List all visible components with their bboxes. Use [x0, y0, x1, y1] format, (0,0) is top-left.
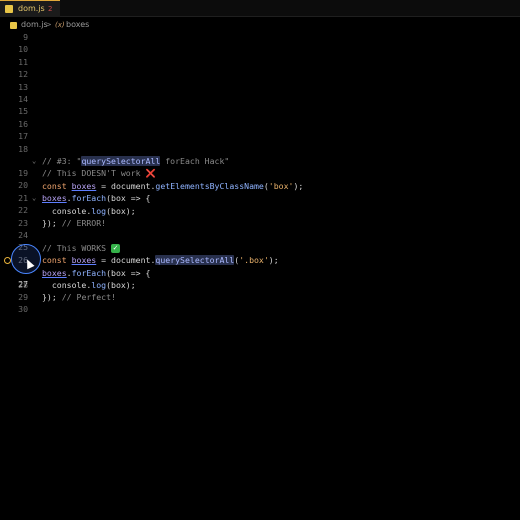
code-variable: boxes: [42, 267, 67, 278]
tab-divider: [60, 16, 520, 17]
line-number: 12: [18, 69, 28, 80]
code-line-current[interactable]: 27 const boxes = document.querySelectorA…: [0, 254, 520, 289]
line-number: 18: [18, 143, 28, 154]
breadcrumb: dom.js > (x) boxes: [0, 18, 520, 32]
code-line[interactable]: 15: [0, 105, 520, 117]
lightbulb-icon[interactable]: [4, 257, 11, 265]
line-number: 15: [18, 106, 28, 117]
code-string: '.box': [239, 255, 269, 266]
code-text: console.: [42, 280, 92, 290]
code-line[interactable]: 18: [0, 143, 520, 155]
code-line[interactable]: 24 }); // ERROR!: [0, 217, 520, 240]
code-line[interactable]: 14: [0, 93, 520, 105]
code-line[interactable]: 20 // This DOESN'T work ❌: [0, 167, 520, 190]
code-line[interactable]: 21 const boxes = document.getElementsByC…: [0, 180, 520, 203]
code-line[interactable]: 30 }); // Perfect!: [0, 291, 520, 314]
tab-bar: dom.js 2: [0, 0, 520, 17]
code-function: forEach: [71, 267, 107, 278]
tab-dom-js[interactable]: dom.js 2: [0, 0, 60, 17]
code-function: forEach: [71, 193, 107, 204]
code-editor[interactable]: 9 10 11 12 13 14 15 16 17 18 19 ⌄ // #3:…: [0, 31, 520, 520]
code-line[interactable]: 9: [0, 31, 520, 43]
line-number: 30: [18, 304, 28, 315]
breadcrumb-separator-icon: >: [45, 20, 52, 29]
code-text: (box);: [106, 280, 136, 290]
code-text: );: [268, 255, 279, 266]
line-number: 13: [18, 81, 28, 92]
javascript-file-icon: [10, 22, 17, 29]
code-keyword: const: [42, 255, 67, 266]
line-number: 17: [18, 131, 28, 142]
line-number: 16: [18, 118, 28, 129]
code-line[interactable]: 22 ⌄ boxes.forEach(box => {: [0, 192, 520, 215]
problems-badge: 2: [48, 5, 53, 13]
code-function: log: [91, 280, 107, 290]
tab-label: dom.js: [18, 4, 45, 13]
code-line[interactable]: 29 console.log(box);: [0, 279, 520, 302]
code-line[interactable]: 17: [0, 130, 520, 142]
code-line[interactable]: 25: [0, 229, 520, 252]
code-text: console.: [42, 205, 92, 216]
line-number: 14: [18, 94, 28, 104]
code-comment-highlight: querySelectorAll: [81, 156, 161, 166]
line-number: 9: [23, 32, 28, 42]
code-line[interactable]: 11: [0, 56, 520, 68]
code-line[interactable]: 16: [0, 118, 520, 130]
code-function: getElementsByClassName: [155, 180, 264, 191]
code-comment: forEach Hack": [160, 156, 230, 166]
code-text: });: [42, 292, 57, 303]
code-line[interactable]: 19 ⌄ // #3: "querySelectorAll forEach Ha…: [0, 155, 520, 178]
fold-chevron-icon[interactable]: ⌄: [32, 155, 36, 167]
code-comment: // This WORKS: [42, 242, 112, 253]
code-string: 'box': [268, 180, 294, 191]
code-text: = document.: [96, 180, 156, 191]
code-text: (box => {: [106, 193, 151, 204]
code-line[interactable]: 12: [0, 68, 520, 80]
code-keyword: const: [42, 180, 67, 191]
code-line[interactable]: 26 // This WORKS ✓: [0, 242, 520, 265]
code-text: (box => {: [106, 267, 151, 278]
code-comment: // #3: ": [42, 156, 82, 166]
code-line[interactable]: 13: [0, 81, 520, 93]
fold-chevron-icon[interactable]: ⌄: [32, 192, 36, 204]
code-text: = document.: [96, 255, 156, 266]
variable-icon: (x): [55, 21, 65, 29]
code-variable: boxes: [71, 255, 97, 266]
code-function-highlight: querySelectorAll: [155, 255, 235, 266]
breadcrumb-symbol[interactable]: boxes: [66, 18, 89, 32]
code-text: );: [293, 180, 304, 191]
code-function: log: [91, 205, 107, 216]
code-comment: // ERROR!: [56, 218, 107, 228]
code-text: });: [42, 218, 57, 228]
code-line[interactable]: 28 boxes.forEach(box => {: [0, 267, 520, 290]
code-comment: // This DOESN'T work: [42, 168, 146, 179]
line-number: 11: [18, 56, 28, 67]
code-line[interactable]: 23 console.log(box);: [0, 205, 520, 228]
code-variable: boxes: [71, 180, 97, 191]
code-line[interactable]: 10: [0, 43, 520, 55]
cross-mark-icon: ❌: [145, 168, 156, 179]
javascript-file-icon: [5, 5, 13, 13]
code-comment: // Perfect!: [56, 292, 116, 303]
code-text: (box);: [106, 205, 136, 216]
line-number: 10: [18, 44, 28, 55]
breadcrumb-file[interactable]: dom.js: [21, 18, 48, 32]
check-mark-icon: ✓: [111, 243, 121, 253]
code-variable: boxes: [42, 193, 67, 204]
